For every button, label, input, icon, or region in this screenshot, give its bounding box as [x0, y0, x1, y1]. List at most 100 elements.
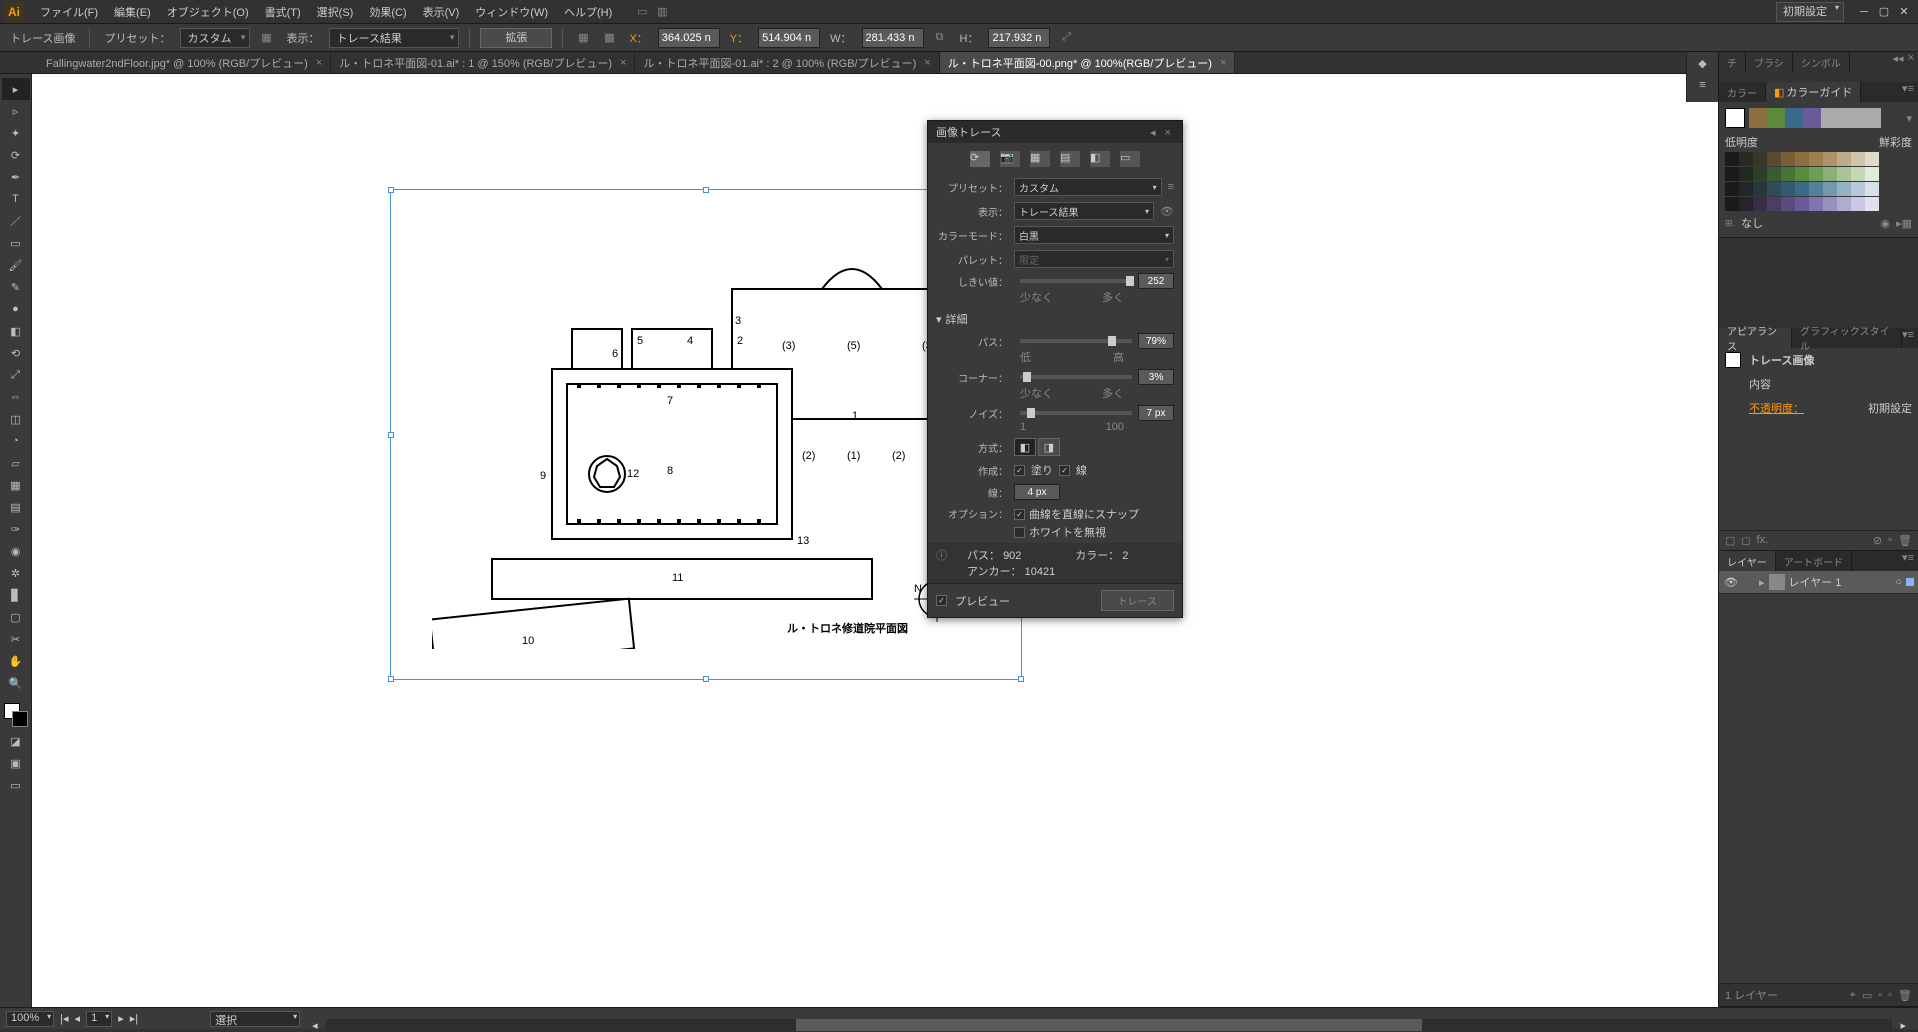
close-button[interactable]: ✕ [1894, 3, 1914, 21]
resize-handle[interactable] [388, 187, 394, 193]
harmony-swatch[interactable] [1749, 108, 1767, 128]
appearance-content-row[interactable]: 内容 [1719, 372, 1918, 396]
scroll-left-icon[interactable]: ◂ [312, 1019, 318, 1032]
layer-name[interactable]: レイヤー 1 [1789, 574, 1842, 590]
artboard-tool[interactable]: ▢ [2, 606, 30, 628]
resize-handle[interactable] [388, 676, 394, 682]
panel-title[interactable]: 画像トレース ◂ × [928, 121, 1182, 143]
target-icon[interactable]: ○ [1895, 576, 1902, 588]
preset-lowcolor-icon[interactable]: ▦ [1030, 151, 1050, 167]
pen-tool[interactable]: ✒ [2, 166, 30, 188]
workspace-switcher[interactable]: 初期設定 [1776, 2, 1844, 22]
create-stroke-checkbox[interactable]: ✓ [1059, 465, 1070, 476]
resize-handle[interactable] [1018, 676, 1024, 682]
menu-select[interactable]: 選択(S) [309, 0, 362, 23]
menu-view[interactable]: 表示(V) [415, 0, 468, 23]
harmony-swatch[interactable] [1821, 108, 1881, 128]
free-transform-tool[interactable]: ◫ [2, 408, 30, 430]
gradient-tool[interactable]: ▤ [2, 496, 30, 518]
color-variations-grid[interactable] [1725, 152, 1912, 211]
threshold-slider[interactable] [1020, 279, 1132, 283]
minimize-button[interactable]: ─ [1854, 3, 1874, 21]
rectangle-tool[interactable]: ▭ [2, 232, 30, 254]
close-tab-icon[interactable]: × [924, 57, 930, 69]
method-overlapping-icon[interactable]: ◨ [1038, 438, 1060, 456]
scale-tool[interactable]: ⤢ [2, 364, 30, 386]
color-mode-icon[interactable]: ◪ [2, 730, 30, 752]
resize-handle[interactable] [703, 676, 709, 682]
maximize-button[interactable]: ▢ [1874, 3, 1894, 21]
delete-icon[interactable]: 🗑 [1898, 534, 1912, 547]
preset-dropdown[interactable]: カスタム [1014, 178, 1162, 196]
close-tab-icon[interactable]: × [1220, 57, 1226, 69]
delete-layer-icon[interactable]: 🗑 [1898, 989, 1912, 1002]
dock-icon[interactable]: ◆ [1689, 52, 1717, 74]
eyedropper-tool[interactable]: ✑ [2, 518, 30, 540]
visibility-toggle-icon[interactable]: 👁 [1723, 576, 1739, 589]
mesh-tool[interactable]: ▦ [2, 474, 30, 496]
noise-input[interactable] [1138, 405, 1174, 421]
graph-tool[interactable]: ▊ [2, 584, 30, 606]
nav-next-icon[interactable]: ▸ [118, 1012, 124, 1025]
direct-selection-tool[interactable]: ▹ [2, 100, 30, 122]
selection-tool[interactable]: ▸ [2, 78, 30, 100]
pencil-tool[interactable]: ✎ [2, 276, 30, 298]
panel-close-icon[interactable]: × [1908, 52, 1914, 72]
type-tool[interactable]: T [2, 188, 30, 210]
status-tool-dropdown[interactable]: 選択 [210, 1011, 300, 1027]
image-trace-panel[interactable]: 画像トレース ◂ × ⟳ 📷 ▦ ▤ ◧ ▭ プリセット： カスタム ≡ 表示：… [927, 120, 1183, 618]
y-input[interactable] [758, 28, 820, 48]
draw-mode-icon[interactable]: ▣ [2, 752, 30, 774]
resize-handle[interactable] [703, 187, 709, 193]
layer-row[interactable]: 👁 ▸ レイヤー 1 ○ [1719, 571, 1918, 594]
doc-tab-active[interactable]: ル・トロネ平面図-00.png* @ 100%(RGB/プレビュー)× [940, 52, 1236, 73]
duplicate-icon[interactable]: ▫ [1888, 534, 1892, 547]
preset-photo-icon[interactable]: 📷 [1000, 151, 1020, 167]
width-tool[interactable]: ⇔ [2, 386, 30, 408]
preset-bw-icon[interactable]: ◧ [1090, 151, 1110, 167]
doc-tab[interactable]: ル・トロネ平面図-01.ai* : 2 @ 100% (RGB/プレビュー)× [635, 52, 939, 73]
snap-checkbox[interactable]: ✓ [1014, 509, 1025, 520]
doc-tab[interactable]: ル・トロネ平面図-01.ai* : 1 @ 150% (RGB/プレビュー)× [331, 52, 635, 73]
screen-mode-icon[interactable]: ▭ [2, 774, 30, 796]
menu-type[interactable]: 書式(T) [257, 0, 309, 23]
rotate-tool[interactable]: ⟲ [2, 342, 30, 364]
panel-tab-appearance[interactable]: アピアランス [1719, 328, 1792, 348]
panel-controls[interactable]: ◂ × [1150, 126, 1174, 139]
eraser-tool[interactable]: ◧ [2, 320, 30, 342]
menu-object[interactable]: オブジェクト(O) [159, 0, 257, 23]
panel-menu-icon[interactable]: ▾≡ [1902, 328, 1914, 348]
view-dropdown[interactable]: トレース結果 [329, 28, 459, 48]
line-tool[interactable]: ／ [2, 210, 30, 232]
artboard-nav-dropdown[interactable]: 1 [86, 1011, 112, 1027]
harmony-swatch[interactable] [1785, 108, 1803, 128]
ignore-white-checkbox[interactable] [1014, 527, 1025, 538]
panel-tab-layers[interactable]: レイヤー [1719, 551, 1776, 571]
paths-input[interactable] [1138, 333, 1174, 349]
arrange-icon[interactable]: ▥ [652, 2, 672, 22]
panel-menu-icon[interactable]: ▾≡ [1902, 82, 1914, 102]
base-color-swatch[interactable] [1725, 108, 1745, 128]
new-layer-icon[interactable]: ▫ [1888, 989, 1892, 1001]
harmony-swatch[interactable] [1803, 108, 1821, 128]
method-abutting-icon[interactable]: ◧ [1014, 438, 1036, 456]
doc-tab[interactable]: Fallingwater2ndFloor.jpg* @ 100% (RGB/プレ… [38, 52, 331, 73]
right-dock-collapsed[interactable]: ◆ ≡ [1686, 52, 1718, 102]
locate-icon[interactable]: ⌖ [1850, 989, 1856, 1002]
preset-auto-icon[interactable]: ⟳ [970, 151, 990, 167]
fill-stroke-swatch[interactable] [2, 700, 30, 730]
panel-menu-icon[interactable]: ▾≡ [1902, 551, 1914, 571]
corners-slider[interactable] [1020, 375, 1132, 379]
preset-outline-icon[interactable]: ▭ [1120, 151, 1140, 167]
blob-brush-tool[interactable]: ● [2, 298, 30, 320]
corners-input[interactable] [1138, 369, 1174, 385]
panel-tab-colorguide[interactable]: ◧カラーガイド [1766, 82, 1861, 102]
menu-help[interactable]: ヘルプ(H) [556, 0, 620, 23]
expand-button[interactable]: 拡張 [480, 28, 552, 48]
magic-wand-tool[interactable]: ✦ [2, 122, 30, 144]
menu-file[interactable]: ファイル(F) [32, 0, 106, 23]
menu-window[interactable]: ウィンドウ(W) [467, 0, 556, 23]
preset-gray-icon[interactable]: ▤ [1060, 151, 1080, 167]
nav-last-icon[interactable]: ▸| [130, 1012, 138, 1025]
expand-layer-icon[interactable]: ▸ [1759, 576, 1765, 589]
